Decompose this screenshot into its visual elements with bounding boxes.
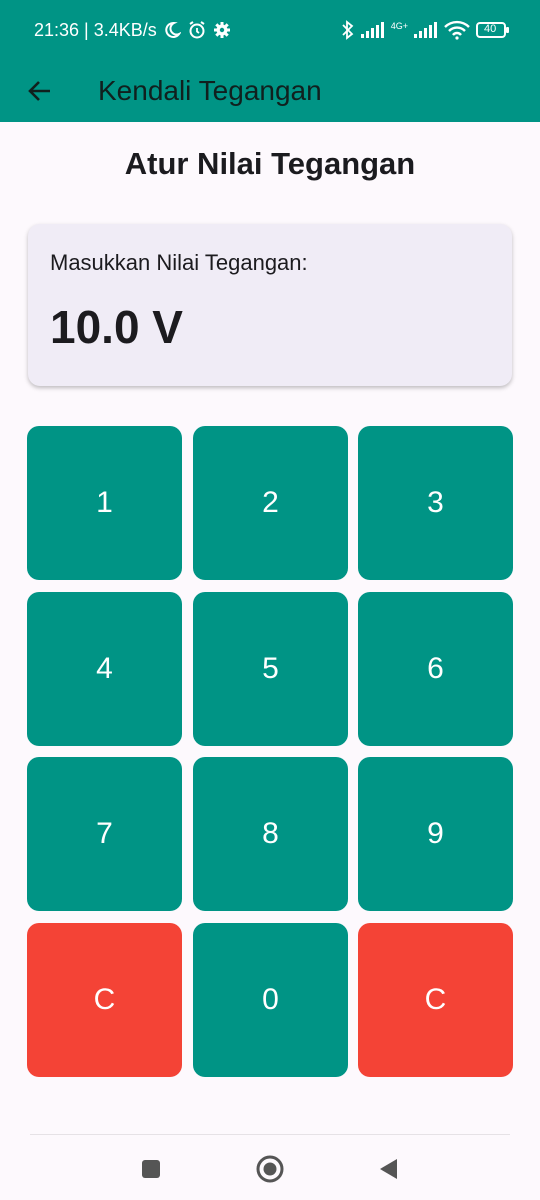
- keypad: 1 2 3 4 5 6 7 8 9 C 0 C: [27, 426, 513, 1077]
- wifi-icon: [444, 20, 470, 40]
- signal-icon-2: [414, 22, 438, 38]
- home-circle-icon: [255, 1154, 285, 1184]
- gear-icon: [213, 21, 231, 39]
- app-title: Kendali Tegangan: [98, 75, 322, 106]
- back-triangle-icon: [377, 1157, 399, 1181]
- alarm-icon: [187, 20, 207, 40]
- key-1[interactable]: 1: [27, 426, 182, 580]
- arrow-left-icon: [26, 77, 54, 105]
- key-4[interactable]: 4: [27, 592, 182, 746]
- recents-button[interactable]: [133, 1151, 169, 1187]
- page-title: Atur Nilai Tegangan: [124, 146, 416, 181]
- key-8[interactable]: 8: [193, 757, 348, 911]
- recents-square-icon: [140, 1158, 162, 1180]
- voltage-input-label: Masukkan Nilai Tegangan:: [50, 250, 308, 275]
- signal-icon: [360, 22, 385, 38]
- app-bar: Kendali Tegangan: [0, 60, 540, 122]
- home-button[interactable]: [252, 1151, 288, 1187]
- status-left: 21:36 | 3.4KB/s: [34, 20, 231, 41]
- status-bar: 21:36 | 3.4KB/s 4G+ 40: [0, 0, 540, 60]
- key-9[interactable]: 9: [358, 757, 513, 911]
- voltage-display-card: Masukkan Nilai Tegangan: 10.0 V: [28, 224, 512, 386]
- battery-icon: 40: [476, 21, 510, 39]
- system-nav-bar: [0, 1135, 540, 1200]
- moon-icon: [163, 21, 181, 39]
- key-2[interactable]: 2: [193, 426, 348, 580]
- key-3[interactable]: 3: [358, 426, 513, 580]
- network-label: 4G+: [390, 20, 408, 31]
- key-7[interactable]: 7: [27, 757, 182, 911]
- back-button[interactable]: [12, 63, 68, 119]
- status-time-speed: 21:36 | 3.4KB/s: [34, 19, 157, 40]
- voltage-value: 10.0 V: [50, 301, 183, 353]
- back-nav-button[interactable]: [370, 1151, 406, 1187]
- key-5[interactable]: 5: [193, 592, 348, 746]
- bluetooth-icon: [341, 20, 355, 40]
- key-6[interactable]: 6: [358, 592, 513, 746]
- key-0[interactable]: 0: [193, 923, 348, 1077]
- clear-button-right[interactable]: C: [358, 923, 513, 1077]
- status-right: 4G+ 40: [341, 20, 510, 40]
- clear-button-left[interactable]: C: [27, 923, 182, 1077]
- battery-level: 40: [484, 23, 497, 35]
